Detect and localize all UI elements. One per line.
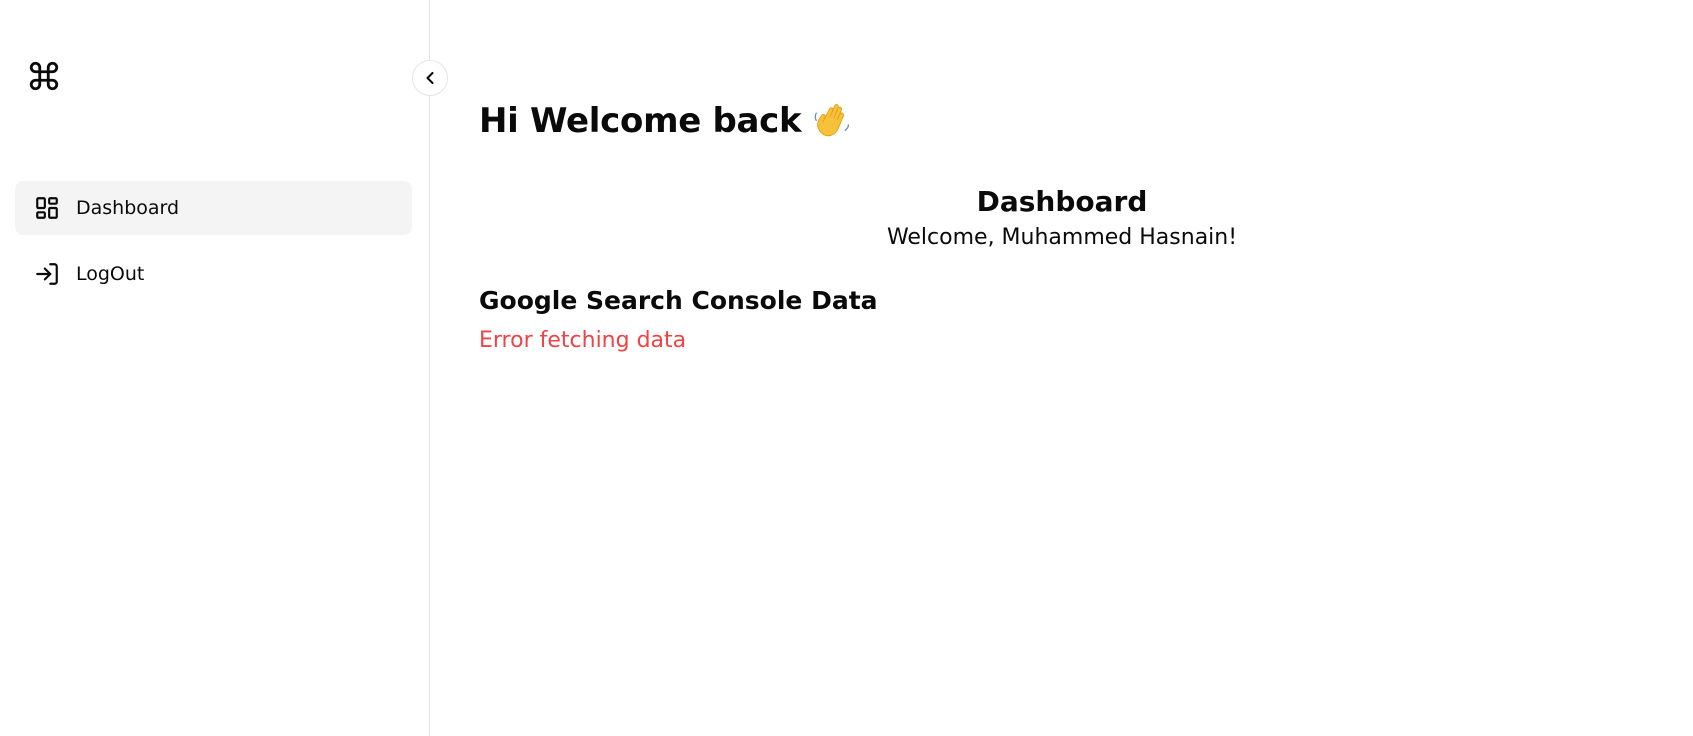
search-console-title: Google Search Console Data	[479, 286, 878, 315]
app-root: Dashboard LogOut Hi Welcome back Dashboa…	[0, 0, 1693, 736]
sidebar-item-dashboard[interactable]: Dashboard	[15, 181, 412, 235]
welcome-message: Welcome, Muhammed Hasnain!	[886, 225, 1238, 250]
sidebar-item-logout[interactable]: LogOut	[15, 247, 412, 301]
dashboard-header: Dashboard Welcome, Muhammed Hasnain!	[479, 183, 1645, 254]
log-in-arrow-icon	[34, 261, 60, 287]
dashboard-grid-icon	[34, 195, 60, 221]
sidebar-collapse-button[interactable]	[412, 60, 448, 96]
dashboard-title: Dashboard	[976, 185, 1148, 218]
chevron-left-icon	[420, 68, 440, 88]
sidebar-nav: Dashboard LogOut	[15, 181, 412, 313]
main-content: Hi Welcome back Dashboard Welcome, Muham…	[431, 0, 1693, 736]
page-greeting: Hi Welcome back	[479, 100, 853, 142]
sidebar-item-label: Dashboard	[76, 197, 180, 219]
command-icon[interactable]	[26, 58, 62, 94]
waving-hand-icon	[811, 100, 853, 142]
greeting-text: Hi Welcome back	[479, 101, 802, 141]
sidebar-item-label: LogOut	[76, 263, 145, 285]
error-message: Error fetching data	[479, 328, 687, 353]
sidebar: Dashboard LogOut	[0, 0, 430, 736]
